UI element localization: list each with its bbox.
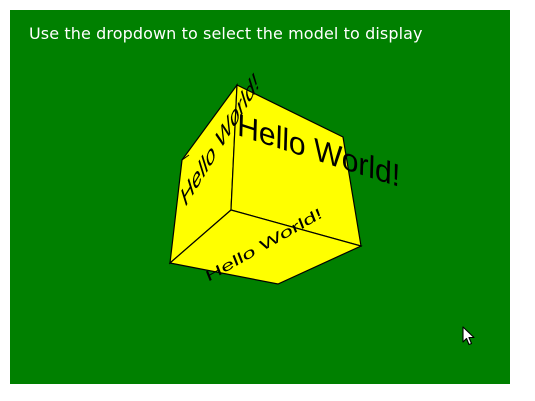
model-viewport[interactable]: Use the dropdown to select the model to … [10,10,510,384]
cube-model[interactable]: Hello World! Hello World! Hello World! [10,10,510,384]
mouse-pointer-icon [462,326,475,346]
